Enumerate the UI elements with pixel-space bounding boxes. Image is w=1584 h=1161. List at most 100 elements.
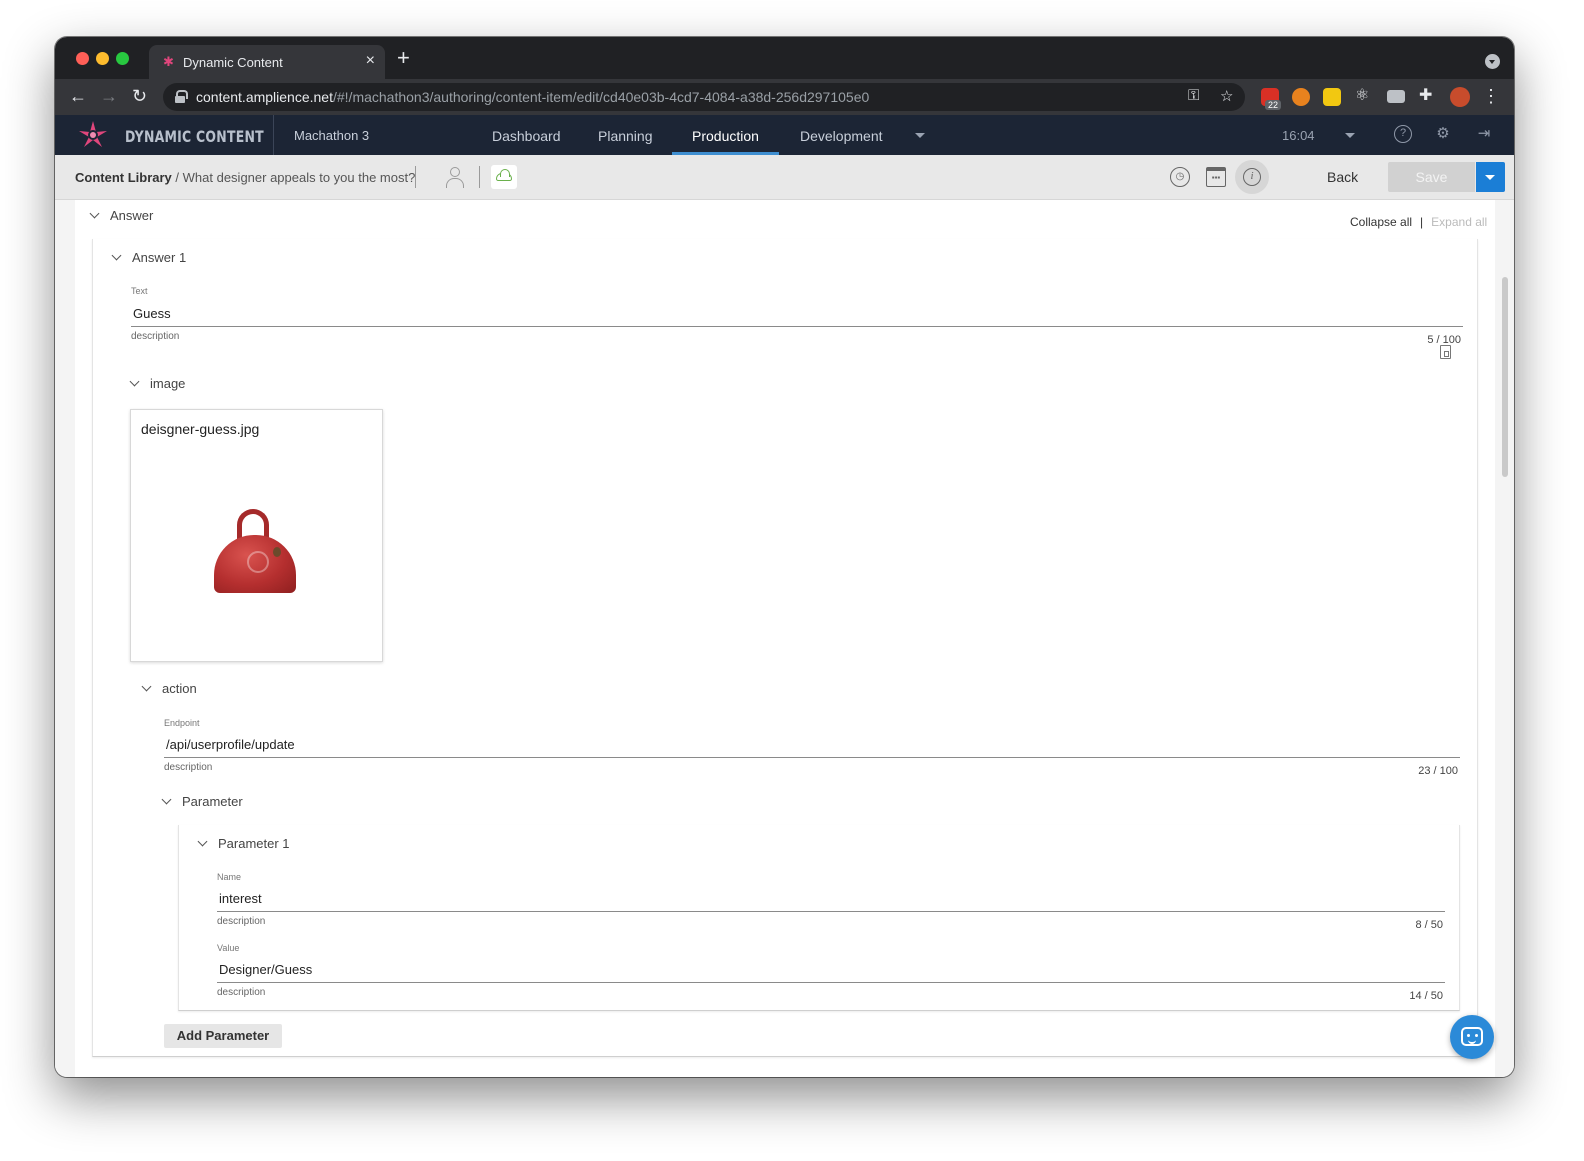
browser-menu-icon[interactable]: ⋮ [1482, 87, 1500, 105]
chevron-down-icon [111, 250, 122, 261]
value-field-char-count: 14 / 50 [1409, 990, 1443, 1002]
browser-toolbar: ← → ↻ content.amplience.net/#!/machathon… [55, 79, 1514, 115]
text-field[interactable]: Guess [133, 306, 171, 321]
robot-icon [1461, 1027, 1483, 1046]
parameter-section-toggle[interactable]: Parameter [161, 794, 243, 809]
name-field-description: description [217, 916, 266, 927]
browser-tab-title: Dynamic Content [183, 55, 283, 70]
header-divider [273, 115, 274, 155]
hub-name[interactable]: Machathon 3 [294, 128, 369, 143]
value-field-label: Value [217, 943, 240, 953]
toolbar-divider [479, 166, 480, 188]
parameter-item-card: Parameter 1 Name interest description 8 … [178, 825, 1460, 1011]
answer-1-toggle[interactable]: Answer 1 [111, 250, 186, 265]
clock-time: 16:04 [1282, 128, 1315, 143]
action-section-toggle[interactable]: action [141, 681, 197, 696]
save-options-chevron-down-icon[interactable] [1476, 162, 1505, 192]
profile-avatar[interactable] [1450, 87, 1470, 107]
text-format-icon[interactable] [1440, 345, 1451, 359]
camera-extension-icon[interactable] [1387, 90, 1405, 103]
bookmark-star-icon[interactable]: ☆ [1220, 87, 1233, 105]
publish-status-button[interactable] [491, 165, 517, 189]
nav-more-chevron-down-icon[interactable] [915, 133, 925, 138]
text-field-label: Text [131, 286, 148, 296]
tab-search-icon[interactable] [1485, 54, 1500, 69]
add-parameter-button[interactable]: Add Parameter [164, 1024, 282, 1048]
url-text[interactable]: content.amplience.net/#!/machathon3/auth… [196, 89, 869, 105]
calendar-icon[interactable]: ▪▪▪ [1206, 167, 1226, 187]
endpoint-field-char-count: 23 / 100 [1418, 765, 1458, 777]
chevron-down-icon [141, 681, 152, 692]
new-tab-icon[interactable]: + [397, 47, 410, 69]
browser-tab-strip: ✱ Dynamic Content × + [55, 37, 1514, 79]
back-arrow-icon[interactable]: ← [69, 86, 87, 106]
parameter-1-toggle[interactable]: Parameter 1 [197, 836, 290, 851]
settings-gear-icon[interactable]: ⚙ [1434, 125, 1452, 143]
fox-extension-icon[interactable] [1292, 88, 1310, 106]
image-filename: deisgner-guess.jpg [141, 421, 260, 437]
editor-content: Answer Collapse all | Expand all Answer 1 … [55, 200, 1514, 1077]
editor-form: Answer Collapse all | Expand all Answer 1 … [75, 200, 1495, 1077]
history-icon[interactable]: ◷ [1170, 167, 1190, 187]
answer-section-toggle[interactable]: Answer [89, 208, 153, 223]
assignee-user-icon[interactable] [446, 167, 464, 188]
collapse-all-link[interactable]: Collapse all [1350, 215, 1412, 229]
close-tab-icon[interactable]: × [366, 52, 375, 70]
lock-icon [175, 90, 188, 103]
collapse-expand-controls: Collapse all | Expand all [1350, 215, 1487, 229]
name-field-underline [217, 911, 1445, 912]
image-section-toggle[interactable]: image [129, 376, 186, 391]
nav-production[interactable]: Production [692, 128, 759, 144]
parameter-1-title: Parameter 1 [218, 836, 290, 851]
image-card[interactable]: deisgner-guess.jpg [130, 409, 383, 662]
chevron-down-icon [129, 376, 140, 387]
close-window-button[interactable] [76, 52, 89, 65]
text-field-underline [131, 326, 1463, 327]
text-field-char-count: 5 / 100 [1427, 334, 1461, 346]
name-field[interactable]: interest [219, 891, 262, 906]
nav-development[interactable]: Development [800, 128, 883, 144]
cube-extension-icon[interactable] [1323, 88, 1341, 106]
expand-all-link[interactable]: Expand all [1431, 215, 1487, 229]
chevron-down-icon [89, 208, 100, 219]
value-field-description: description [217, 987, 266, 998]
forward-arrow-icon[interactable]: → [100, 86, 118, 106]
logo-text: DYNAMIC CONTENT [125, 127, 264, 146]
parameter-section-title: Parameter [182, 794, 243, 809]
value-field[interactable]: Designer/Guess [219, 962, 312, 977]
dynamic-content-favicon-icon: ✱ [163, 54, 174, 69]
help-icon[interactable]: ? [1394, 125, 1412, 143]
scrollbar-thumb[interactable] [1502, 277, 1508, 477]
breadcrumb: Content Library / What designer appeals … [75, 170, 415, 185]
nav-planning[interactable]: Planning [598, 128, 653, 144]
endpoint-field[interactable]: /api/userprofile/update [166, 737, 295, 752]
address-bar[interactable]: content.amplience.net/#!/machathon3/auth… [163, 83, 1245, 111]
answer-item-card: Answer 1 Text Guess description 5 / 100 … [92, 239, 1478, 1057]
text-field-description: description [131, 331, 180, 342]
sign-out-icon[interactable]: ⇥ [1475, 125, 1493, 143]
browser-window: ✱ Dynamic Content × + ← → ↻ content.ampl… [55, 37, 1514, 1077]
cloud-icon [496, 169, 512, 181]
chat-assistant-button[interactable] [1450, 1015, 1494, 1059]
info-button[interactable]: i [1235, 160, 1269, 194]
endpoint-field-label: Endpoint [164, 718, 200, 728]
puzzle-extensions-icon[interactable]: ✚ [1419, 87, 1432, 105]
info-icon: i [1243, 168, 1261, 186]
react-extension-icon[interactable]: ⚛ [1355, 87, 1369, 105]
key-icon[interactable]: ⚿ [1188, 87, 1199, 104]
maximize-window-button[interactable] [116, 52, 129, 65]
chevron-down-icon [197, 836, 208, 847]
save-button[interactable]: Save [1388, 162, 1475, 192]
action-section-title: action [162, 681, 197, 696]
minimize-window-button[interactable] [96, 52, 109, 65]
nav-dashboard[interactable]: Dashboard [492, 128, 561, 144]
name-field-label: Name [217, 872, 242, 882]
app-header: DYNAMIC CONTENT Machathon 3 Dashboard Pl… [55, 115, 1514, 155]
toolbar-divider [415, 166, 416, 188]
image-section-title: image [150, 376, 186, 391]
breadcrumb-content-library[interactable]: Content Library [75, 170, 172, 185]
back-button[interactable]: Back [1327, 169, 1358, 185]
reload-icon[interactable]: ↻ [132, 86, 147, 106]
clock-chevron-down-icon[interactable] [1345, 133, 1355, 138]
browser-tab[interactable]: ✱ Dynamic Content × [149, 45, 385, 79]
